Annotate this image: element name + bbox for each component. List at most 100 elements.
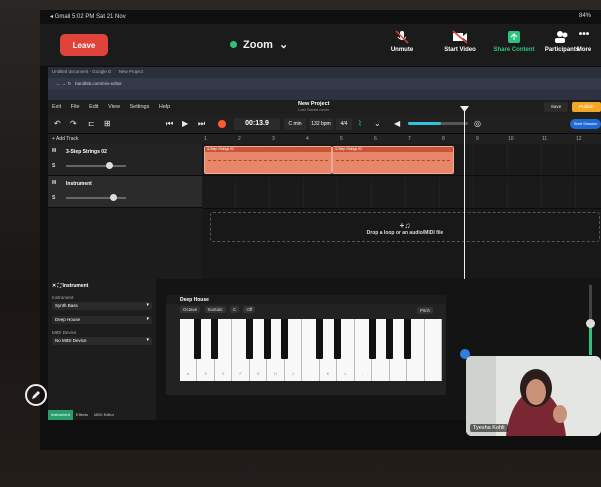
tab-effects[interactable]: Effects [73,410,91,420]
black-key[interactable] [403,319,411,359]
pencil-icon [32,391,40,399]
slider-thumb[interactable] [586,319,595,328]
preset-select[interactable]: Deep House [52,316,152,324]
zoom-title[interactable]: Zoom ⌄ [230,38,288,51]
track-header[interactable]: M S 3-Step Strings 02 [48,144,202,176]
track-volume-slider[interactable] [66,162,126,169]
synth-select[interactable]: Synth Bass [52,302,152,310]
midi-select[interactable]: No MIDI Device [52,337,152,345]
cycle-icon[interactable]: ⊏ [88,119,95,128]
track-lane[interactable] [202,177,601,209]
virtual-piano: Deep House Octave Sustain C Off Pitch AS… [166,295,446,395]
piano-volume-slider[interactable] [586,285,595,355]
signature-display[interactable]: 4/4 [336,118,352,130]
back-icon[interactable]: ← [56,81,61,86]
record-button[interactable] [218,120,226,128]
menu-file[interactable]: File [71,104,80,110]
octave-control[interactable]: Octave [180,306,201,313]
slider-thumb[interactable] [110,194,117,201]
black-key[interactable] [246,319,254,359]
photo-background: ◂ Gmail 5:02 PM Sat 21 Nov 84% Leave Zoo… [0,0,601,487]
tab-instrument[interactable]: Instrument [48,410,73,420]
rewind-icon[interactable]: ⏮ [166,119,173,129]
black-key[interactable] [368,319,376,359]
pen-icon[interactable] [25,384,47,406]
reload-icon[interactable]: ↻ [68,81,72,86]
black-key[interactable] [316,319,324,359]
more-button[interactable]: ••• More [560,30,601,54]
menu-edit[interactable]: Edit [89,104,98,110]
solo-button[interactable]: S [52,163,55,169]
audio-clip[interactable]: 3-Step Strings 02 [204,146,332,174]
tab-new-project[interactable]: New Project [119,69,143,74]
tab-google-docs[interactable]: Untitled document - Google D [52,69,111,74]
last-saved: Last Saved never [298,107,330,112]
self-video-view[interactable]: Tyesha Kohli [466,356,601,436]
play-icon[interactable]: ▶ [182,119,188,128]
pitch-button[interactable]: Pitch [416,307,433,314]
headphone-icon[interactable]: ◎ [474,119,481,128]
black-key[interactable] [263,319,271,359]
sustain-toggle[interactable]: Sustain [204,306,226,313]
ruler-tick: 5 [340,136,343,142]
save-button[interactable]: Save [544,102,568,112]
mute-button[interactable]: M [52,180,56,186]
video-off-icon [452,30,468,44]
forward-end-icon[interactable]: ⏭ [198,119,205,129]
track-lane[interactable]: 3-Step Strings 02 3-Step Strings 02 [202,144,601,176]
music-note-icon: +♫ [399,221,411,230]
solo-button[interactable]: S [52,195,55,201]
black-key[interactable] [333,319,341,359]
shield-icon [230,41,237,48]
menu-settings[interactable]: Settings [129,104,149,110]
black-key[interactable] [386,319,394,359]
black-key[interactable] [211,319,219,359]
address-bar[interactable]: ← → ↻ bandlab.com/mix-editor [48,78,601,90]
add-track-button[interactable]: + Add Track [48,134,202,144]
timeline-ruler[interactable]: 1 2 3 4 5 6 7 8 9 10 11 12 [202,134,601,144]
white-key[interactable] [424,319,442,381]
piano-keyboard[interactable]: A S D F G H J K L; [180,319,442,381]
ruler-tick: 12 [576,136,582,142]
off-select[interactable]: Off [243,306,256,313]
master-volume[interactable] [408,122,468,125]
midi-label: MIDI Device [52,330,77,335]
undo-icon[interactable]: ↶ [54,119,61,128]
ruler-tick: 2 [238,136,241,142]
drop-zone[interactable]: +♫ Drop a loop or an audio/MIDI file [210,212,600,242]
slider-thumb[interactable] [106,162,113,169]
forward-icon[interactable]: → [62,81,67,86]
audio-clip[interactable]: 3-Step Strings 02 [332,146,454,174]
share-icon [508,31,520,43]
ruler-tick: 8 [442,136,445,142]
start-session-button[interactable]: Start Session [570,119,601,129]
menu-exit[interactable]: Exit [52,104,61,110]
leave-button[interactable]: Leave [60,34,108,56]
participant-name: Tyesha Kohli [470,424,508,432]
bpm-display[interactable]: 132 bpm [309,118,333,130]
close-icon[interactable]: ✕ [52,283,56,289]
track-header[interactable]: M S Instrument [48,176,202,208]
start-video-button[interactable]: Start Video [432,30,488,53]
track-volume-slider[interactable] [66,194,126,201]
tuner-icon[interactable]: ⌇ [358,119,362,128]
black-key[interactable] [193,319,201,359]
ruler-tick: 10 [508,136,514,142]
redo-icon[interactable]: ↷ [70,119,77,128]
timeline[interactable]: 1 2 3 4 5 6 7 8 9 10 11 12 3-Step String… [202,134,601,279]
split-icon[interactable]: ⊞ [104,119,111,128]
menu-help[interactable]: Help [159,104,170,110]
black-key[interactable] [281,319,289,359]
chevron-down-icon: ⌄ [278,39,289,51]
time-display: 00:13.9 [234,118,280,130]
menu-view[interactable]: View [108,104,120,110]
publish-button[interactable]: Publish [572,102,601,112]
mute-button[interactable]: M [52,148,56,154]
expand-icon[interactable]: ⛶ [58,283,62,289]
note-select[interactable]: C [229,306,240,313]
key-display[interactable]: C min [284,118,306,130]
dropdown-icon[interactable]: ⌄ [374,119,381,128]
unmute-button[interactable]: Unmute [374,30,430,53]
project-title[interactable]: New Project Last Saved never [298,101,329,112]
tab-midi-editor[interactable]: MIDI Editor [91,410,117,420]
